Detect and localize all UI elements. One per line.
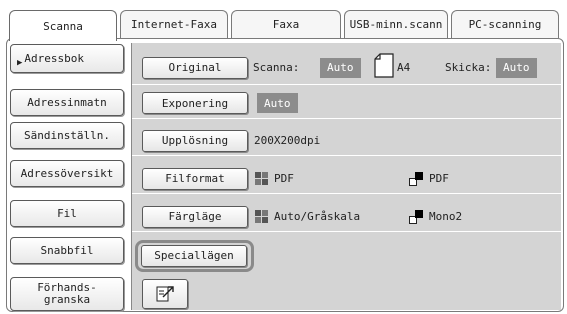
highlight-frame [135, 240, 254, 272]
preview-export-button[interactable] [142, 279, 188, 309]
send-label: Skicka: [445, 61, 492, 74]
document-export-icon [156, 286, 174, 302]
sidebar-item-label: Fil [57, 207, 77, 220]
resolution-value: 200X200dpi [254, 134, 321, 147]
color-mode-color-value: Auto/Gråskala [274, 210, 361, 223]
original-row: Original Scanna: Auto A4 Skicka: Auto [132, 51, 561, 85]
color-mode-mono-value: Mono2 [429, 210, 463, 223]
sidebar-item-adressoversikt[interactable]: Adressöversikt [10, 160, 124, 187]
sidebar-item-label: Adressöversikt [20, 167, 114, 180]
paper-size-label: A4 [397, 61, 411, 74]
sidebar-item-label: Snabbfil [40, 244, 94, 257]
sidebar-item-sandinstalln[interactable]: Sändinställn. [10, 122, 124, 149]
scan-value-badge: Auto [320, 57, 361, 78]
file-format-mono-value: PDF [429, 172, 449, 185]
resolution-button[interactable]: Upplösning [142, 129, 248, 152]
file-format-row: Filformat PDF PDF [132, 164, 561, 194]
exposure-row: Exponering Auto [132, 88, 561, 119]
color-mode-row: Färgläge Auto/Gråskala Mono2 [132, 202, 561, 232]
tab-pc-scanning[interactable]: PC-scanning [451, 10, 559, 38]
sidebar-item-snabbfil[interactable]: Snabbfil [10, 237, 124, 264]
exposure-value-badge: Auto [257, 93, 298, 113]
color-squares-icon [255, 172, 268, 188]
original-button[interactable]: Original [142, 56, 248, 79]
sidebar-item-adressinmatn[interactable]: Adressinmatn [10, 89, 124, 116]
paper-a4-icon [374, 53, 394, 78]
sidebar-item-label-line2: granska [43, 293, 91, 306]
sidebar-item-adressbok[interactable]: ▶ Adressbok [10, 44, 124, 73]
sidebar-item-forhandsgranska[interactable]: Förhands- granska [10, 277, 124, 311]
tab-internet-faxa[interactable]: Internet-Faxa [120, 10, 228, 38]
mono-icon [409, 210, 423, 227]
exposure-button[interactable]: Exponering [142, 92, 248, 114]
color-squares-icon [255, 210, 268, 226]
resolution-row: Upplösning 200X200dpi [132, 126, 561, 156]
tab-faxa[interactable]: Faxa [231, 10, 341, 38]
tab-scanna[interactable]: Scanna [9, 10, 117, 41]
scan-label: Scanna: [253, 61, 300, 74]
sidebar-item-label: Adressinmatn [27, 96, 107, 109]
sidebar-item-label: Adressbok [24, 52, 85, 65]
send-value-badge: Auto [496, 57, 537, 78]
sidebar-item-fil[interactable]: Fil [10, 200, 124, 227]
color-mode-button[interactable]: Färgläge [142, 205, 248, 228]
file-format-button[interactable]: Filformat [142, 167, 248, 190]
sidebar-item-label: Sändinställn. [23, 129, 111, 142]
arrow-right-icon: ▶ [17, 57, 23, 68]
file-format-color-value: PDF [274, 172, 294, 185]
tab-usb-scan[interactable]: USB-minn.scann [344, 10, 448, 38]
mono-icon [409, 172, 423, 189]
